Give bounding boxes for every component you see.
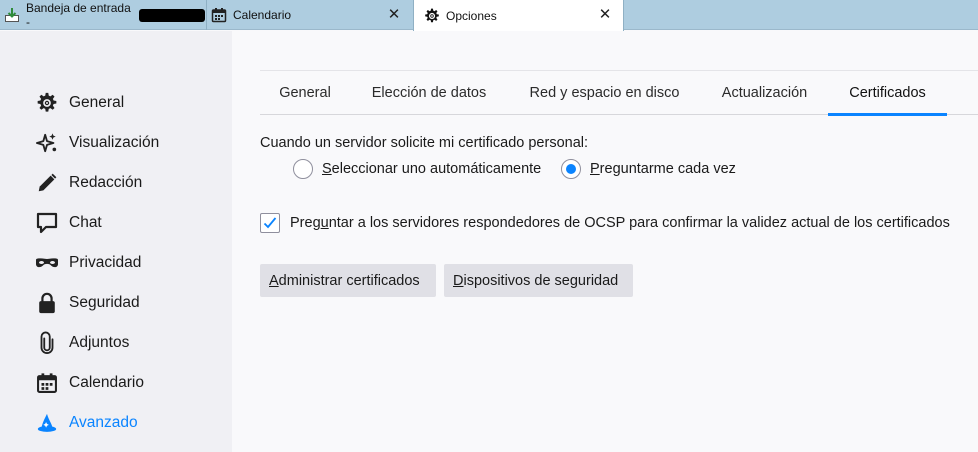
tab-general[interactable]: General: [260, 71, 350, 115]
preferences-main: General Elección de datos Red y espacio …: [232, 31, 978, 452]
tab-inbox[interactable]: Bandeja de entrada -: [0, 0, 205, 30]
preferences-sidebar: General Visualización Redacción Chat Pri…: [0, 31, 232, 452]
pencil-icon: [35, 171, 59, 195]
sidebar-item-label: Privacidad: [69, 254, 142, 271]
ocsp-checkbox-row[interactable]: Preguntar a los servidores respondedores…: [260, 212, 950, 234]
security-devices-button[interactable]: Dispositivos de seguridad: [444, 264, 633, 297]
calendar-icon: [35, 371, 59, 395]
tab-calendar-label: Calendario: [233, 8, 292, 22]
gear-icon: [35, 91, 59, 115]
wizard-hat-icon: [35, 411, 59, 435]
tab-actualizacion[interactable]: Actualización: [702, 71, 827, 115]
sidebar-item-label: Adjuntos: [69, 334, 130, 351]
sidebar-item-adjuntos[interactable]: Adjuntos: [35, 328, 129, 358]
tab-label: Actualización: [721, 85, 808, 101]
ocsp-label: Preguntar a los servidores respondedores…: [290, 215, 950, 231]
sidebar-item-seguridad[interactable]: Seguridad: [35, 288, 140, 318]
tab-certificados[interactable]: Certificados: [828, 71, 947, 116]
tab-label: Elección de datos: [371, 85, 487, 101]
tab-label: General: [279, 85, 331, 101]
radio-select-automatically[interactable]: Seleccionar uno automáticamente: [293, 158, 541, 180]
close-icon[interactable]: ✕: [597, 7, 613, 23]
certificate-request-label: Cuando un servidor solicite mi certifica…: [260, 135, 589, 151]
sidebar-item-redaccion[interactable]: Redacción: [35, 168, 142, 198]
radio-label: Seleccionar uno automáticamente: [322, 161, 542, 177]
window-tab-strip: Bandeja de entrada - Calendario ✕ Opcion…: [0, 0, 978, 31]
sidebar-item-calendario[interactable]: Calendario: [35, 368, 144, 398]
inbox-download-icon: [4, 7, 20, 23]
sidebar-item-chat[interactable]: Chat: [35, 208, 102, 238]
gear-icon: [424, 8, 440, 24]
checkmark-icon: [263, 217, 277, 229]
paperclip-icon: [35, 331, 59, 355]
sidebar-item-label: Calendario: [69, 374, 144, 391]
sidebar-item-avanzado[interactable]: Avanzado: [35, 408, 138, 438]
calendar-icon: [211, 7, 227, 23]
sidebar-item-label: Avanzado: [69, 414, 138, 431]
tab-options[interactable]: Opciones ✕: [413, 0, 624, 31]
advanced-tabbox: General Elección de datos Red y espacio …: [260, 70, 978, 116]
sidebar-item-visualizacion[interactable]: Visualización: [35, 128, 159, 158]
radio-button[interactable]: [293, 159, 313, 179]
manage-certificates-button[interactable]: Administrar certificados: [260, 264, 436, 297]
redacted-account: [139, 8, 205, 22]
tab-options-label: Opciones: [446, 8, 497, 23]
sidebar-item-label: General: [69, 94, 125, 111]
sidebar-item-general[interactable]: General: [35, 88, 124, 118]
ocsp-checkbox[interactable]: [260, 213, 280, 233]
tab-label: Red y espacio en disco: [529, 85, 680, 101]
radio-label: Preguntarme cada vez: [590, 161, 736, 177]
chat-bubble-icon: [35, 211, 59, 235]
mask-icon: [35, 251, 59, 275]
lock-icon: [35, 291, 59, 315]
sidebar-item-label: Redacción: [69, 174, 143, 191]
sidebar-item-privacidad[interactable]: Privacidad: [35, 248, 141, 278]
tab-label: Certificados: [849, 85, 926, 101]
tab-inbox-label: Bandeja de entrada -: [26, 1, 131, 29]
radio-ask-every-time[interactable]: Preguntarme cada vez: [561, 158, 736, 180]
tab-calendar[interactable]: Calendario ✕: [206, 0, 412, 30]
sidebar-item-label: Visualización: [69, 134, 160, 151]
tab-red-y-espacio[interactable]: Red y espacio en disco: [508, 71, 701, 115]
tab-eleccion-de-datos[interactable]: Elección de datos: [351, 71, 507, 115]
sidebar-item-label: Seguridad: [69, 294, 140, 311]
close-icon[interactable]: ✕: [386, 7, 402, 23]
sidebar-item-label: Chat: [69, 214, 102, 231]
sparkle-icon: [35, 131, 59, 155]
radio-button-checked[interactable]: [561, 159, 581, 179]
